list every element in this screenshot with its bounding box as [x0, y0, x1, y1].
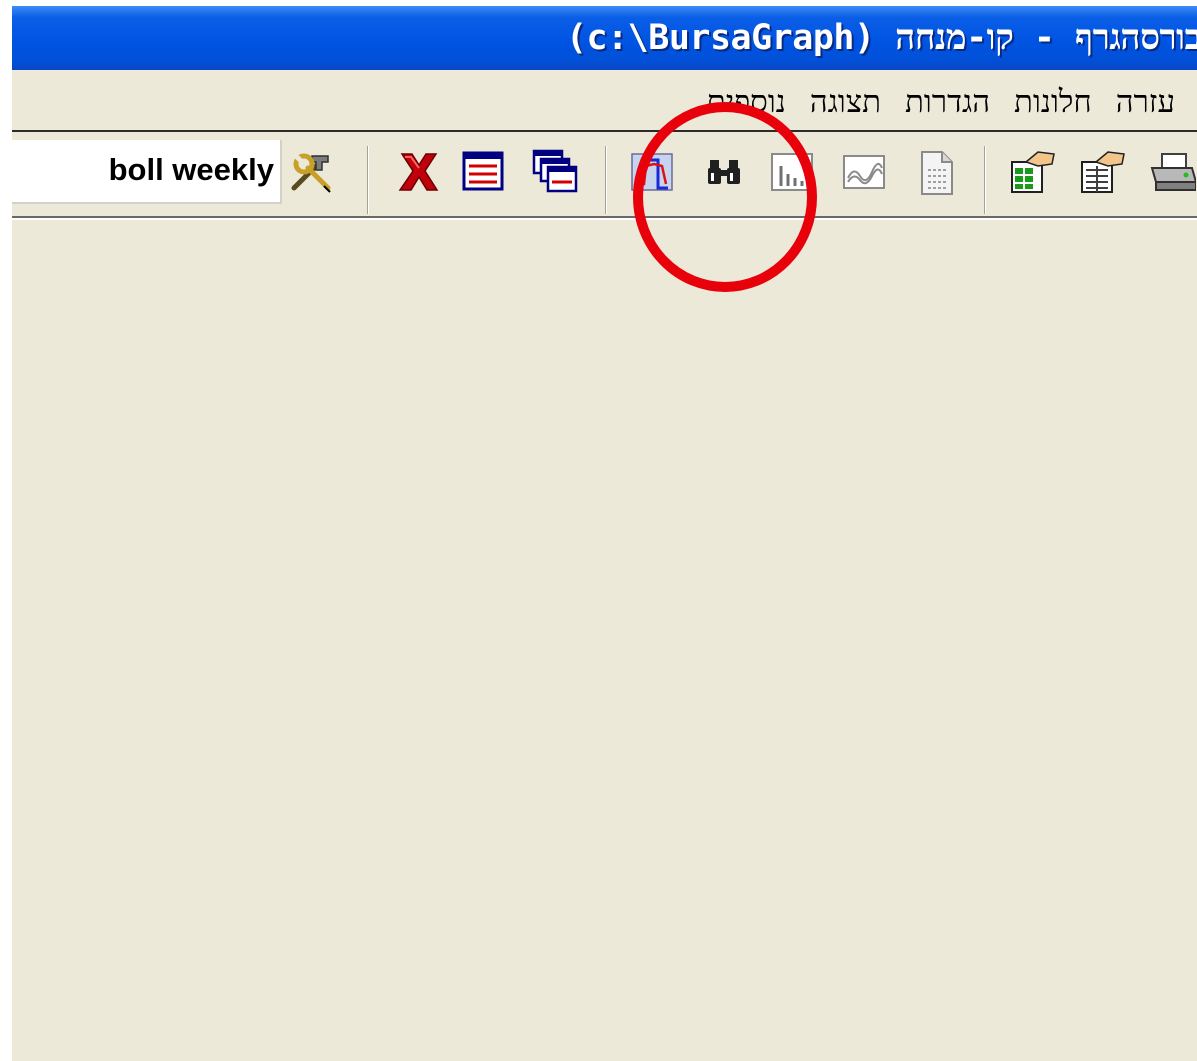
- toolbar-separator: [367, 146, 369, 214]
- delete-button[interactable]: [394, 148, 442, 196]
- print-button[interactable]: [1148, 148, 1196, 196]
- toolbar-separator: [605, 146, 607, 214]
- bar-chart-icon: [771, 153, 813, 191]
- chart-name-text: boll weekly: [108, 152, 274, 187]
- line-chart-button[interactable]: [628, 148, 676, 196]
- menu-help[interactable]: עזרה: [1104, 84, 1187, 120]
- menu-extras[interactable]: נוספים: [694, 84, 797, 120]
- bar-chart-button[interactable]: [768, 148, 816, 196]
- tools-button[interactable]: [288, 148, 336, 196]
- menu-windows[interactable]: חלונות: [1002, 84, 1104, 120]
- line-chart-icon: [631, 153, 673, 191]
- single-window-button[interactable]: [459, 148, 507, 196]
- sheet-edit-button-2[interactable]: [1078, 148, 1126, 196]
- chart-name-field[interactable]: boll weekly: [12, 140, 282, 204]
- cascade-windows-button[interactable]: [531, 148, 579, 196]
- application-window: בורסהגרף - קו-מנחה (c:\BursaGraph) נוספי…: [12, 6, 1197, 1061]
- toolbar: boll weekly: [12, 134, 1197, 214]
- binoculars-icon: [708, 160, 740, 184]
- window-lines-icon: [462, 151, 504, 191]
- wave-chart-button[interactable]: [840, 148, 888, 196]
- menu-divider: [12, 130, 1197, 132]
- red-x-icon: [398, 153, 439, 191]
- spreadsheet-hand-icon: [1011, 151, 1055, 193]
- menu-view[interactable]: תצוגה: [798, 84, 893, 120]
- menu-settings[interactable]: הגדרות: [893, 84, 1002, 120]
- menu-bar: נוספים תצוגה הגדרות חלונות עזרה: [12, 70, 1197, 132]
- window-title: בורסהגרף - קו-מנחה (c:\BursaGraph): [565, 18, 1197, 58]
- find-button[interactable]: [700, 148, 748, 196]
- menu-items: נוספים תצוגה הגדרות חלונות עזרה: [694, 84, 1187, 120]
- document-icon: [921, 151, 953, 195]
- sheet-hand-icon: [1081, 151, 1125, 193]
- tools-icon: [291, 153, 331, 193]
- document-button[interactable]: [912, 148, 960, 196]
- sheet-edit-button-1[interactable]: [1008, 148, 1056, 196]
- toolbar-separator: [984, 146, 986, 214]
- wave-chart-icon: [843, 155, 885, 189]
- workspace-area[interactable]: [12, 220, 1197, 1061]
- cascade-windows-icon: [532, 149, 578, 193]
- printer-icon: [1150, 153, 1196, 191]
- title-bar[interactable]: בורסהגרף - קו-מנחה (c:\BursaGraph): [12, 6, 1197, 70]
- screenshot-canvas: בורסהגרף - קו-מנחה (c:\BursaGraph) נוספי…: [0, 0, 1197, 1061]
